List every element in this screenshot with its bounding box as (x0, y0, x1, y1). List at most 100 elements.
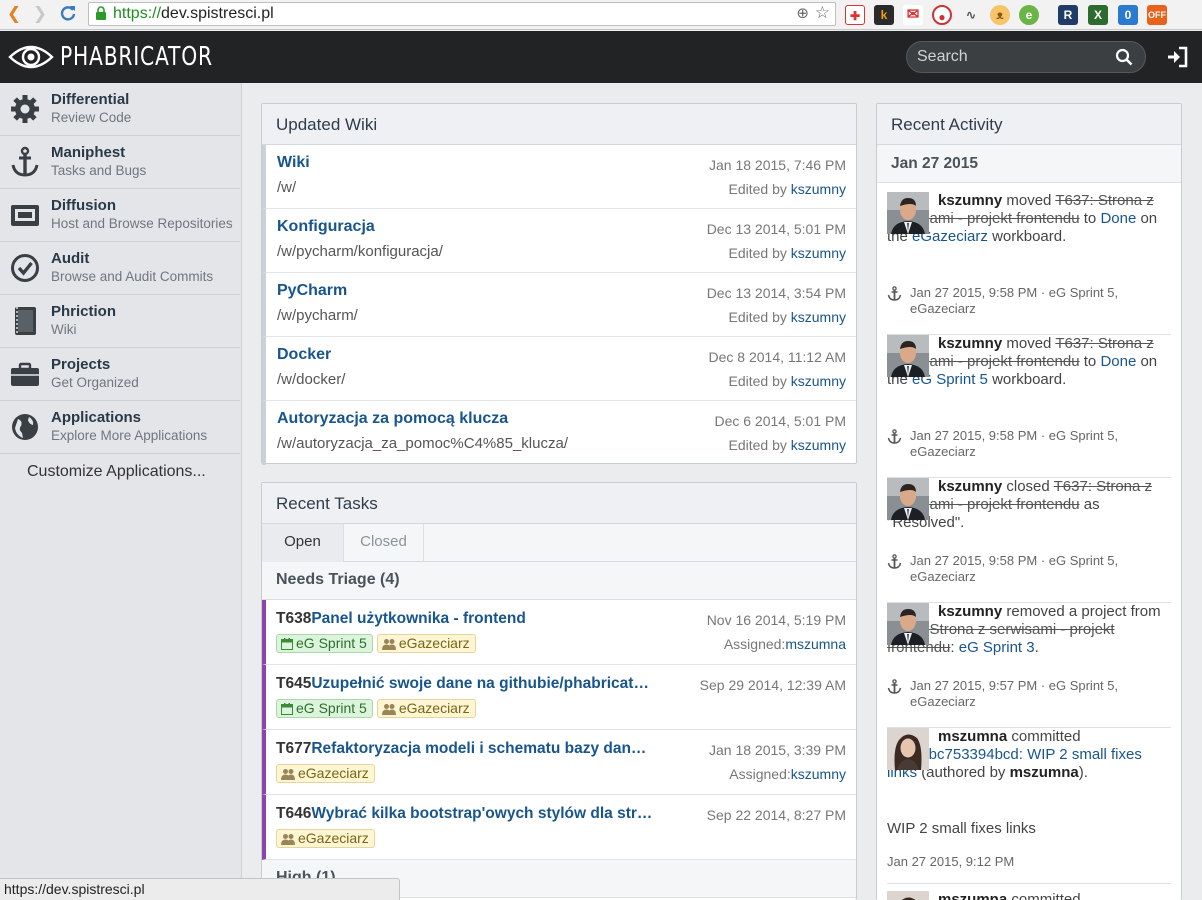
tab-open[interactable]: Open (262, 524, 344, 562)
sprint-tag[interactable]: eG Sprint 5 (276, 634, 373, 653)
activity-meta: Jan 27 2015, 9:58 PM · eG Sprint 5, eGaze… (887, 428, 1118, 460)
gmail-icon[interactable]: ✉ (903, 5, 923, 25)
first-aid-icon[interactable]: ✚ (845, 5, 865, 25)
wiki-row: Docker /w/docker/ Dec 8 2014, 11:12 AM E… (262, 337, 856, 401)
sidebar-item-applications[interactable]: Applications Explore More Applications (0, 401, 240, 454)
task-link[interactable]: Panel użytkownika - frontend (311, 610, 525, 627)
activity-timestamp: Jan 27 2015, 9:58 PM · eG Sprint 5, (910, 285, 1119, 300)
activity-text: kszumny closed T637: Strona z serwisami … (887, 478, 1171, 532)
user-link[interactable]: kszumny (791, 309, 846, 325)
panel-header: Updated Wiki (262, 104, 856, 145)
opera-icon[interactable]: ● (932, 5, 952, 25)
forward-icon[interactable]: ❯ (30, 4, 50, 24)
user-link[interactable]: kszumny (938, 335, 1002, 352)
avatar[interactable] (887, 728, 929, 770)
app-name[interactable]: PHABRICATOR (60, 42, 213, 72)
task-date: Sep 29 2014, 12:39 AM (699, 677, 846, 693)
activity-verb: moved (1006, 335, 1052, 352)
avatar[interactable] (887, 192, 929, 234)
group-header: Needs Triage (4) (262, 562, 856, 600)
avatar[interactable] (887, 478, 929, 520)
reload-icon[interactable] (58, 4, 78, 24)
application-sidebar: Differential Review Code Maniphest Tasks… (0, 83, 242, 900)
tag-label: eGazeciarz (298, 830, 369, 846)
anchor-icon (887, 679, 902, 694)
authored-by-label: (authored by (921, 764, 1006, 781)
project-tag[interactable]: eGazeciarz (376, 699, 476, 718)
task-link[interactable]: Refaktoryzacja modeli i schematu bazy da… (311, 740, 646, 757)
activity-item: mszumna committed (887, 891, 1171, 900)
tab-closed[interactable]: Closed (344, 524, 424, 562)
column-link[interactable]: Done (1100, 210, 1136, 227)
column-link[interactable]: Done (1100, 353, 1136, 370)
project-tag[interactable]: eGazeciarz (276, 764, 375, 783)
bookmark-star-icon[interactable]: ☆ (815, 3, 830, 23)
search-input[interactable] (917, 47, 1107, 67)
user-link[interactable]: kszumny (791, 181, 846, 197)
back-icon[interactable]: ❮ (4, 4, 24, 24)
avatar[interactable] (887, 603, 929, 645)
user-link[interactable]: mszumna (938, 728, 1007, 745)
project-tag[interactable]: eGazeciarz (376, 634, 476, 653)
wiki-title-link[interactable]: Wiki (277, 154, 310, 172)
x-extension-icon[interactable]: X (1088, 5, 1108, 25)
activity-text: kszumny moved T637: Strona z serwisami -… (887, 335, 1171, 389)
check-circle-icon (11, 254, 39, 282)
column-link[interactable]: eG Sprint 3 (959, 639, 1035, 656)
r-extension-icon[interactable]: R (1058, 5, 1078, 25)
sidebar-item-differential[interactable]: Differential Review Code (0, 83, 240, 136)
user-link[interactable]: kszumny (791, 437, 846, 453)
wiki-date: Dec 6 2014, 5:01 PM (714, 413, 846, 429)
sidebar-item-diffusion[interactable]: Diffusion Host and Browse Repositories (0, 189, 240, 242)
panel-title: Recent Tasks (276, 494, 378, 513)
sidebar-item-maniphest[interactable]: Maniphest Tasks and Bugs (0, 136, 240, 189)
user-link[interactable]: kszumny (938, 192, 1002, 209)
task-link[interactable]: Wybrać kilka bootstrap'owych stylów dla … (311, 805, 652, 822)
project-tag[interactable]: eGazeciarz (276, 829, 375, 848)
tag-label: eG Sprint 5 (296, 635, 367, 651)
sprint-tag[interactable]: eG Sprint 5 (276, 699, 373, 718)
zoom-icon[interactable]: ⊕ (796, 4, 809, 22)
activity-text-part: workboard. (992, 371, 1067, 388)
avatar[interactable] (887, 335, 929, 377)
user-link[interactable]: kszumny (791, 766, 846, 782)
wiki-path: /w/docker/ (277, 371, 346, 388)
user-link[interactable]: kszumny (791, 373, 846, 389)
wiki-list: Wiki /w/ Jan 18 2015, 7:46 PM Edited by … (262, 145, 856, 465)
wiki-title-link[interactable]: PyCharm (277, 282, 347, 300)
sidebar-item-audit[interactable]: Audit Browse and Audit Commits (0, 242, 240, 295)
search-box[interactable] (906, 41, 1146, 73)
avatar[interactable] (887, 891, 929, 900)
wiki-title-link[interactable]: Autoryzacja za pomocą klucza (277, 410, 508, 428)
phabricator-eye-icon[interactable] (8, 39, 54, 75)
user-link[interactable]: kszumny (791, 245, 846, 261)
user-link[interactable]: kszumny (938, 478, 1002, 495)
wiki-title-link[interactable]: Docker (277, 346, 331, 364)
wiki-title-link[interactable]: Konfiguracja (277, 218, 375, 236)
user-link[interactable]: mszumna (1010, 764, 1079, 781)
sidebar-item-projects[interactable]: Projects Get Organized (0, 348, 240, 401)
k-icon[interactable]: k (874, 5, 894, 25)
address-bar[interactable]: https://dev.spistresci.pl ⊕ ☆ (88, 2, 836, 26)
sidebar-item-phriction[interactable]: Phriction Wiki (0, 295, 240, 348)
sidebar-item-subtitle: Wiki (51, 322, 77, 337)
activity-text-part: workboard. (992, 228, 1067, 245)
cat-icon[interactable]: ᴥ (990, 5, 1010, 25)
wiki-row: PyCharm /w/pycharm/ Dec 13 2014, 3:54 PM… (262, 273, 856, 337)
pulse-icon[interactable]: ∿ (961, 5, 981, 25)
user-link[interactable]: mszumna (938, 891, 1007, 900)
edited-by-label: Edited by (728, 245, 787, 261)
activity-project: eGazeciarz (910, 694, 976, 709)
task-link[interactable]: Uzupełnić swoje dane na githubie/phabric… (311, 675, 649, 692)
group-icon (281, 769, 295, 780)
sidebar-item-subtitle: Browse and Audit Commits (51, 269, 214, 284)
user-link[interactable]: kszumny (938, 603, 1002, 620)
off-extension-icon[interactable]: OFF (1147, 5, 1167, 25)
activity-timestamp: Jan 27 2015, 9:12 PM (887, 854, 1015, 869)
evernote-icon[interactable]: e (1019, 5, 1039, 25)
login-icon[interactable] (1166, 46, 1188, 68)
zero-extension-icon[interactable]: 0 (1118, 5, 1138, 25)
search-icon[interactable] (1115, 48, 1133, 66)
customize-applications-link[interactable]: Customize Applications... (27, 463, 206, 481)
user-link[interactable]: mszumna (785, 636, 846, 652)
